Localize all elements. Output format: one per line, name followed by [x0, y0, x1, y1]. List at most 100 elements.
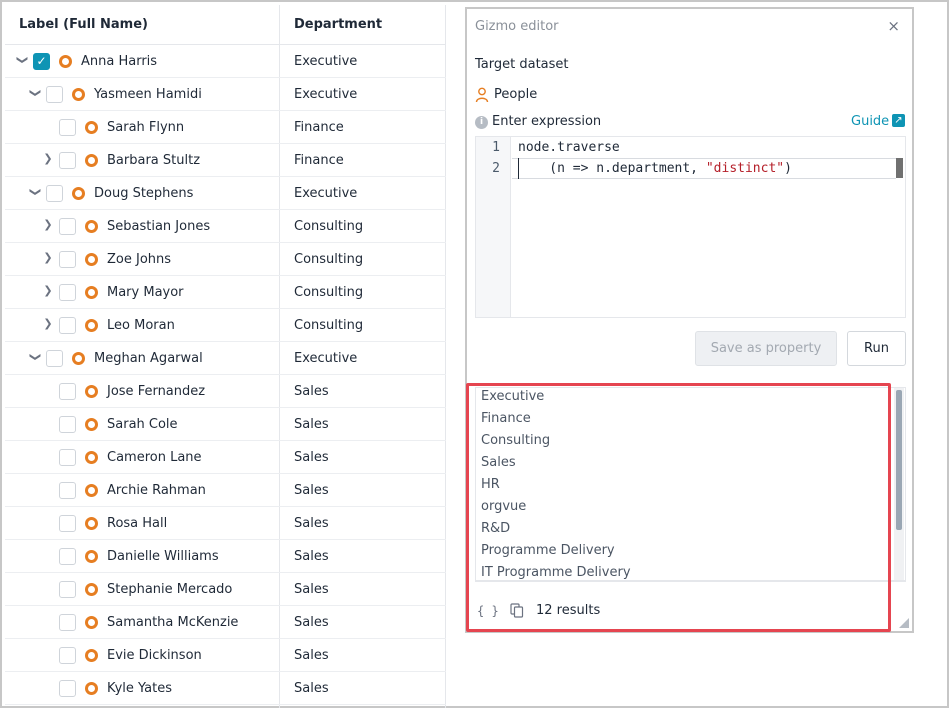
chevron-down-icon[interactable]: ❯ — [28, 86, 42, 100]
code-line-1[interactable]: node.traverse — [518, 140, 620, 155]
row-department[interactable]: Sales — [294, 474, 329, 507]
row-checkbox[interactable] — [59, 416, 76, 433]
row-label[interactable]: Evie Dickinson — [107, 639, 202, 672]
save-as-property-button[interactable]: Save as property — [695, 331, 837, 366]
table-row[interactable]: Archie Rahman Sales — [5, 474, 446, 507]
run-button[interactable]: Run — [847, 331, 906, 366]
row-department[interactable]: Consulting — [294, 309, 363, 342]
row-label[interactable]: Sebastian Jones — [107, 210, 210, 243]
row-department[interactable]: Sales — [294, 507, 329, 540]
row-checkbox[interactable] — [59, 449, 76, 466]
row-label[interactable]: Jose Fernandez — [107, 375, 205, 408]
row-department[interactable]: Consulting — [294, 210, 363, 243]
chevron-right-icon[interactable]: ❯ — [41, 251, 55, 265]
row-checkbox[interactable] — [59, 218, 76, 235]
editor-scrollbar[interactable] — [896, 158, 903, 178]
table-row[interactable]: Danielle Williams Sales — [5, 540, 446, 573]
row-department[interactable]: Executive — [294, 177, 357, 210]
row-department[interactable]: Finance — [294, 111, 344, 144]
table-row[interactable]: ❯ Yasmeen Hamidi Executive — [5, 78, 446, 111]
table-row[interactable]: Stephanie Mercado Sales — [5, 573, 446, 606]
row-label[interactable]: Sarah Cole — [107, 408, 178, 441]
chevron-right-icon[interactable]: ❯ — [41, 218, 55, 232]
row-checkbox[interactable] — [46, 185, 63, 202]
table-row[interactable]: ❯ Mary Mayor Consulting — [5, 276, 446, 309]
table-row[interactable]: ❯ Doug Stephens Executive — [5, 177, 446, 210]
row-department[interactable]: Sales — [294, 540, 329, 573]
resize-handle-icon[interactable] — [899, 618, 909, 628]
row-checkbox[interactable] — [59, 614, 76, 631]
row-checkbox[interactable] — [59, 515, 76, 532]
row-label[interactable]: Meghan Agarwal — [94, 342, 203, 375]
row-department[interactable]: Sales — [294, 375, 329, 408]
row-department[interactable]: Consulting — [294, 276, 363, 309]
row-checkbox[interactable] — [46, 86, 63, 103]
row-label[interactable]: Sarah Flynn — [107, 111, 184, 144]
chevron-right-icon[interactable]: ❯ — [41, 152, 55, 166]
row-checkbox[interactable] — [59, 647, 76, 664]
row-checkbox[interactable] — [59, 152, 76, 169]
table-row[interactable]: ❯ Meghan Agarwal Executive — [5, 342, 446, 375]
row-department[interactable]: Finance — [294, 144, 344, 177]
row-label[interactable]: Barbara Stultz — [107, 144, 200, 177]
table-row[interactable]: Kyle Yates Sales — [5, 672, 446, 705]
row-label[interactable]: Rosa Hall — [107, 507, 167, 540]
chevron-down-icon[interactable]: ❯ — [15, 53, 29, 67]
chevron-down-icon[interactable]: ❯ — [28, 185, 42, 199]
table-row[interactable]: ❯ Leo Moran Consulting — [5, 309, 446, 342]
row-label[interactable]: Kyle Yates — [107, 672, 172, 705]
row-label[interactable]: Archie Rahman — [107, 474, 206, 507]
chevron-right-icon[interactable]: ❯ — [41, 317, 55, 331]
row-department[interactable]: Sales — [294, 606, 329, 639]
row-checkbox[interactable] — [59, 251, 76, 268]
row-label[interactable]: Anna Harris — [81, 45, 157, 78]
table-row[interactable]: Jose Fernandez Sales — [5, 375, 446, 408]
table-row[interactable]: Sarah Cole Sales — [5, 408, 446, 441]
row-checkbox[interactable]: ✓ — [33, 53, 50, 70]
json-view-icon[interactable]: { } — [477, 604, 499, 618]
table-row[interactable]: ❯ Zoe Johns Consulting — [5, 243, 446, 276]
dataset-selector[interactable]: People — [494, 87, 537, 102]
row-checkbox[interactable] — [59, 482, 76, 499]
row-department[interactable]: Executive — [294, 342, 357, 375]
row-label[interactable]: Cameron Lane — [107, 441, 202, 474]
table-row[interactable]: Samantha McKenzie Sales — [5, 606, 446, 639]
table-row[interactable]: Cameron Lane Sales — [5, 441, 446, 474]
table-row[interactable]: Evie Dickinson Sales — [5, 639, 446, 672]
close-icon[interactable]: × — [887, 17, 900, 35]
chevron-right-icon[interactable]: ❯ — [41, 284, 55, 298]
row-department[interactable]: Executive — [294, 45, 357, 78]
row-department[interactable]: Sales — [294, 441, 329, 474]
row-checkbox[interactable] — [59, 119, 76, 136]
row-department[interactable]: Consulting — [294, 243, 363, 276]
row-checkbox[interactable] — [59, 383, 76, 400]
table-row[interactable]: ❯ ✓ Anna Harris Executive — [5, 45, 446, 78]
copy-icon[interactable] — [510, 603, 524, 618]
row-department[interactable]: Sales — [294, 672, 329, 705]
row-checkbox[interactable] — [59, 680, 76, 697]
code-line-2[interactable]: (n => n.department, "distinct") — [518, 161, 792, 176]
row-checkbox[interactable] — [59, 548, 76, 565]
row-department[interactable]: Sales — [294, 639, 329, 672]
row-label[interactable]: Yasmeen Hamidi — [94, 78, 202, 111]
table-row[interactable]: Rosa Hall Sales — [5, 507, 446, 540]
row-label[interactable]: Danielle Williams — [107, 540, 219, 573]
table-row[interactable]: Sarah Flynn Finance — [5, 111, 446, 144]
row-label[interactable]: Samantha McKenzie — [107, 606, 238, 639]
row-department[interactable]: Sales — [294, 573, 329, 606]
table-row[interactable]: ❯ Barbara Stultz Finance — [5, 144, 446, 177]
column-header-department[interactable]: Department — [294, 5, 444, 45]
row-checkbox[interactable] — [59, 317, 76, 334]
external-link-icon[interactable]: ↗ — [892, 114, 905, 127]
scrollbar-thumb[interactable] — [896, 390, 902, 530]
row-label[interactable]: Mary Mayor — [107, 276, 184, 309]
expression-editor[interactable]: 1 2 node.traverse (n => n.department, "d… — [475, 136, 906, 318]
row-checkbox[interactable] — [46, 350, 63, 367]
results-scrollbar[interactable] — [894, 388, 904, 580]
row-checkbox[interactable] — [59, 581, 76, 598]
row-label[interactable]: Stephanie Mercado — [107, 573, 232, 606]
table-row[interactable]: ❯ Sebastian Jones Consulting — [5, 210, 446, 243]
guide-link[interactable]: Guide — [851, 114, 889, 129]
row-label[interactable]: Zoe Johns — [107, 243, 171, 276]
row-checkbox[interactable] — [59, 284, 76, 301]
